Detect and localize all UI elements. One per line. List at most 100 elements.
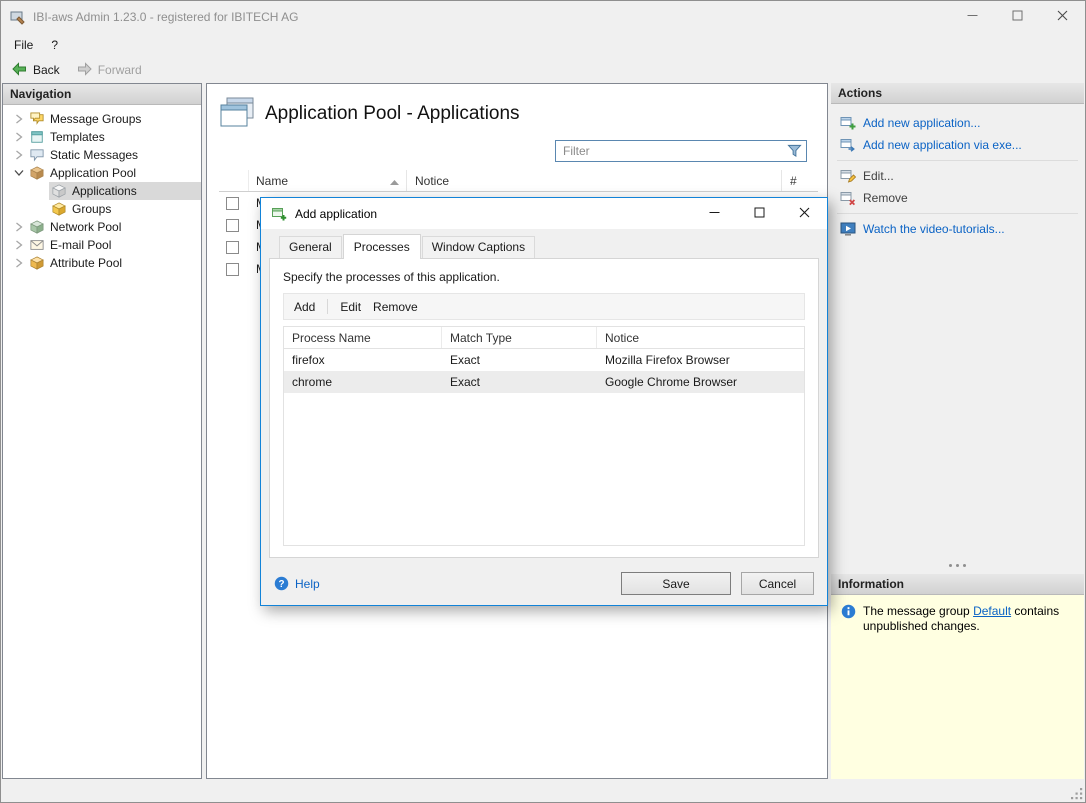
tree-item-label: E-mail Pool (50, 238, 112, 252)
action-add-new-application[interactable]: Add new application... (831, 112, 1084, 134)
app-icon (10, 9, 26, 25)
tree-item-label: Message Groups (50, 112, 142, 126)
close-icon (799, 207, 810, 221)
tab-processes[interactable]: Processes (342, 234, 421, 259)
column-header-notice[interactable]: Notice (597, 327, 804, 348)
tree-item-label: Templates (50, 130, 105, 144)
edit-icon (840, 168, 856, 184)
dialog-maximize-button[interactable] (737, 198, 782, 229)
row-checkbox[interactable] (226, 240, 239, 254)
column-header-process-name[interactable]: Process Name (284, 327, 442, 348)
tab-window-captions[interactable]: Window Captions (421, 236, 536, 258)
window-controls (950, 1, 1085, 33)
tree-item-email-pool[interactable]: E-mail Pool (3, 236, 201, 254)
filter-input[interactable] (555, 140, 807, 162)
navigation-header: Navigation (3, 84, 201, 105)
maximize-button[interactable] (995, 1, 1040, 33)
processes-table: Process Name Match Type Notice firefox E… (283, 326, 805, 546)
match-type-cell: Exact (450, 375, 481, 389)
action-label: Edit... (863, 169, 894, 183)
resize-grip[interactable] (1070, 787, 1083, 800)
close-icon (1057, 10, 1068, 24)
menu-file[interactable]: File (5, 35, 42, 55)
back-button[interactable]: Back (11, 61, 60, 80)
tree-item-label: Static Messages (50, 148, 139, 162)
default-message-group-link[interactable]: Default (973, 604, 1011, 618)
add-application-exe-icon (840, 137, 856, 153)
separator (837, 160, 1078, 161)
forward-arrow-icon (76, 61, 93, 80)
add-application-dialog: Add application General Processes Window… (260, 197, 828, 606)
tab-general[interactable]: General (279, 236, 342, 258)
actions-list: Add new application... Add new applicati… (831, 104, 1084, 240)
statusbar (1, 779, 1085, 802)
dialog-minimize-button[interactable] (692, 198, 737, 229)
save-button[interactable]: Save (621, 572, 731, 595)
chevron-right-icon[interactable] (11, 258, 27, 268)
dialog-window-controls (692, 198, 827, 229)
filter-funnel-icon[interactable] (787, 144, 802, 158)
header-checkbox-column (219, 170, 249, 191)
column-header-name[interactable]: Name (249, 170, 407, 191)
page-header: Application Pool - Applications (207, 84, 827, 130)
navigation-tree: Message Groups Templates Static Messages… (3, 105, 201, 272)
chevron-right-icon[interactable] (11, 114, 27, 124)
notice-cell: Google Chrome Browser (605, 375, 738, 389)
actions-panel: Actions Add new application... Add new a… (831, 83, 1084, 779)
minimize-button[interactable] (950, 1, 995, 33)
tree-item-groups[interactable]: Groups (3, 200, 201, 218)
chevron-down-icon[interactable] (11, 169, 27, 177)
action-label: Watch the video-tutorials... (863, 222, 1005, 236)
row-checkbox[interactable] (226, 196, 239, 210)
edit-process-button[interactable]: Edit (340, 300, 361, 314)
toolbar-separator (327, 299, 329, 314)
column-header-count[interactable]: # (782, 170, 818, 191)
action-add-new-application-via-exe[interactable]: Add new application via exe... (831, 134, 1084, 156)
column-name-label: Name (256, 173, 289, 188)
tree-item-static-messages[interactable]: Static Messages (3, 146, 201, 164)
chevron-right-icon[interactable] (11, 222, 27, 232)
actions-header: Actions (831, 83, 1084, 104)
dialog-tabs: General Processes Window Captions (261, 231, 827, 259)
action-watch-video-tutorials[interactable]: Watch the video-tutorials... (831, 218, 1084, 240)
information-text: The message group Default contains unpub… (863, 604, 1074, 634)
match-type-cell: Exact (450, 353, 481, 367)
tree-item-message-groups[interactable]: Message Groups (3, 110, 201, 128)
tree-item-attribute-pool[interactable]: Attribute Pool (3, 254, 201, 272)
forward-label: Forward (97, 63, 142, 77)
forward-button[interactable]: Forward (76, 61, 142, 80)
process-row-chrome[interactable]: chrome Exact Google Chrome Browser (284, 371, 804, 393)
chevron-right-icon[interactable] (11, 132, 27, 142)
window-title: IBI-aws Admin 1.23.0 - registered for IB… (33, 10, 299, 24)
menu-help[interactable]: ? (42, 35, 67, 55)
information-box: The message group Default contains unpub… (831, 595, 1084, 779)
help-label: Help (295, 576, 320, 591)
column-header-match-type[interactable]: Match Type (442, 327, 597, 348)
cancel-button[interactable]: Cancel (741, 572, 814, 595)
add-process-button[interactable]: Add (294, 300, 315, 314)
page-title: Application Pool - Applications (265, 102, 520, 124)
action-remove[interactable]: Remove (831, 187, 1084, 209)
application-pool-icon (29, 166, 45, 180)
close-button[interactable] (1040, 1, 1085, 33)
processes-toolbar: Add Edit Remove (283, 293, 805, 320)
tree-item-network-pool[interactable]: Network Pool (3, 218, 201, 236)
tree-item-applications[interactable]: Applications (3, 182, 201, 200)
action-label: Add new application via exe... (863, 138, 1022, 152)
minimize-icon (709, 207, 720, 221)
chevron-right-icon[interactable] (11, 240, 27, 250)
dialog-close-button[interactable] (782, 198, 827, 229)
help-link[interactable]: ? Help (274, 576, 320, 591)
action-edit[interactable]: Edit... (831, 165, 1084, 187)
column-header-notice[interactable]: Notice (407, 170, 782, 191)
row-checkbox[interactable] (226, 262, 239, 276)
tree-item-templates[interactable]: Templates (3, 128, 201, 146)
process-name-cell: chrome (292, 375, 333, 389)
panel-splitter-handle[interactable] (831, 559, 1084, 571)
tree-item-application-pool[interactable]: Application Pool (3, 164, 201, 182)
process-row-firefox[interactable]: firefox Exact Mozilla Firefox Browser (284, 349, 804, 371)
row-checkbox[interactable] (226, 218, 239, 232)
remove-process-button[interactable]: Remove (373, 300, 418, 314)
chevron-right-icon[interactable] (11, 150, 27, 160)
information-header: Information (831, 574, 1084, 595)
